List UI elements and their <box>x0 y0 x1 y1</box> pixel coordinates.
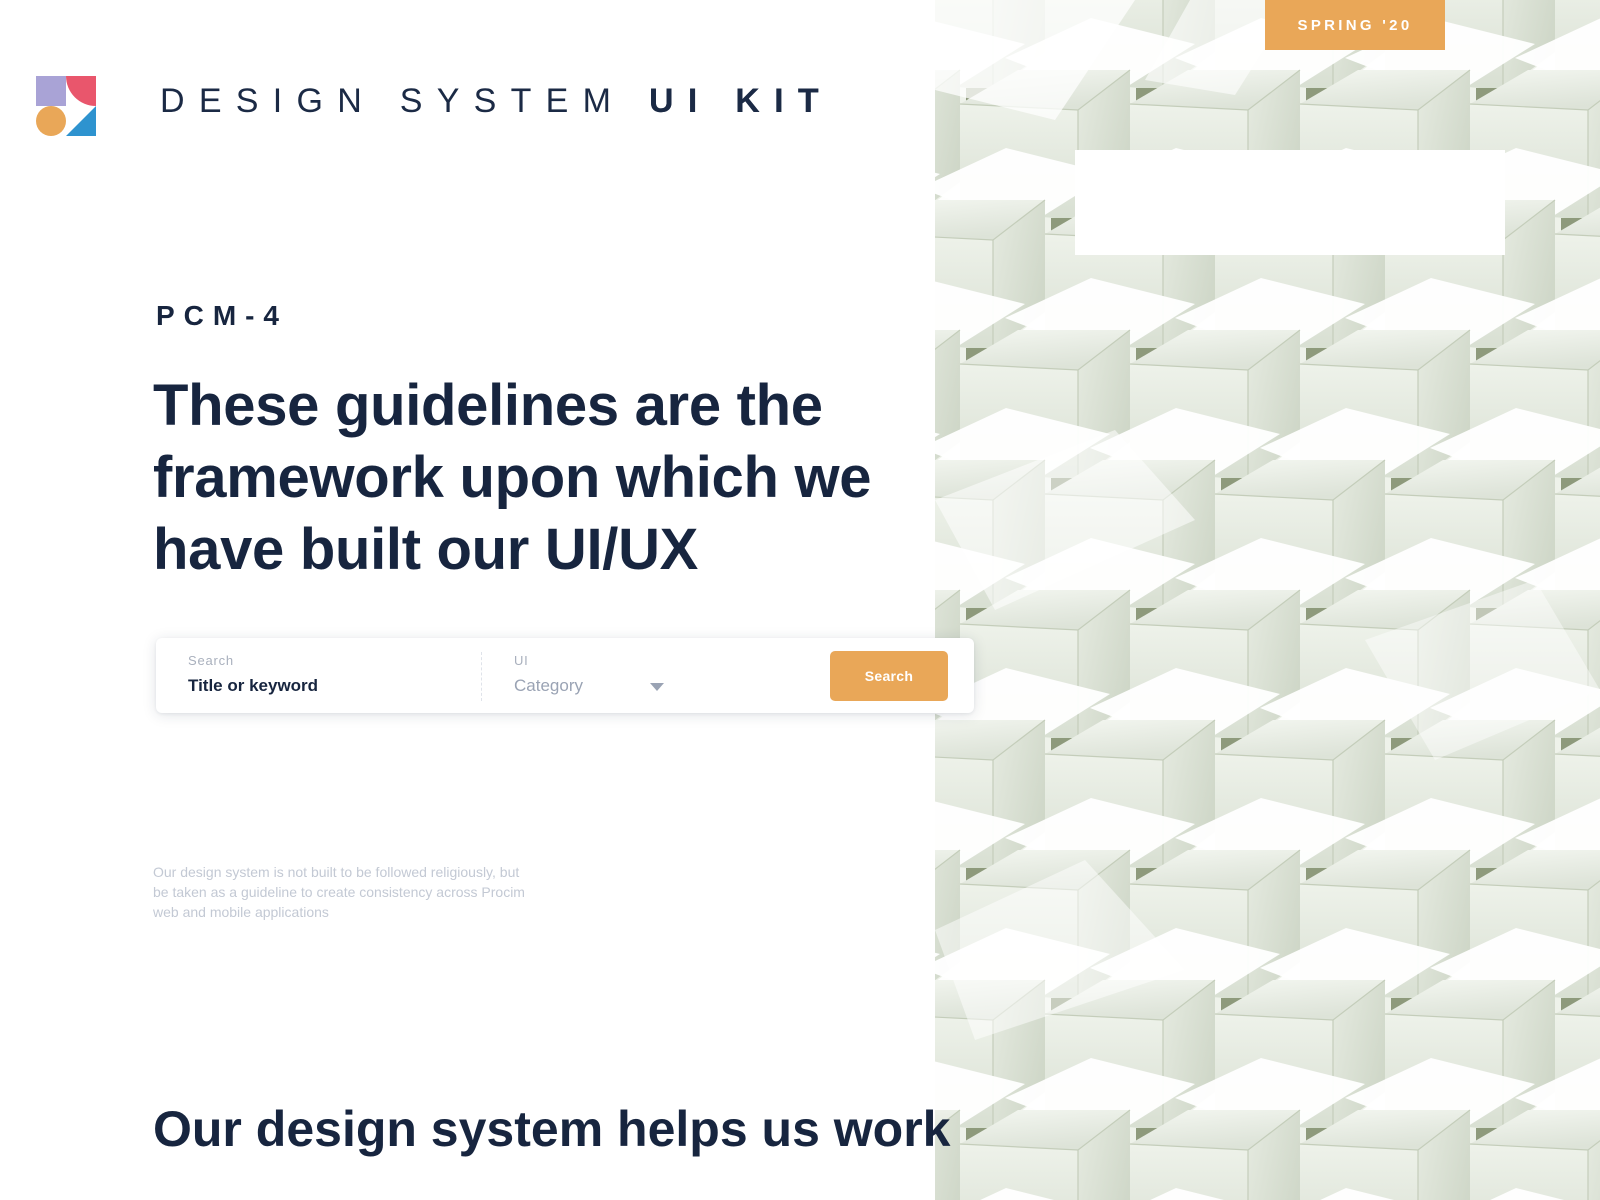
search-button[interactable]: Search <box>830 651 948 701</box>
hero-body-copy: Our design system is not built to be fol… <box>153 864 525 920</box>
search-keyword-field[interactable]: Search Title or keyword <box>156 638 481 713</box>
search-category-select[interactable]: Category <box>514 672 827 700</box>
logo-triangle-shape <box>66 106 96 136</box>
search-category-field[interactable]: UI Category <box>482 638 827 713</box>
search-keyword-input[interactable]: Title or keyword <box>188 672 481 700</box>
hero-content: PCM-4 These guidelines are the framework… <box>0 0 1000 1200</box>
hero-white-overlay-band <box>1075 150 1505 255</box>
season-badge: SPRING '20 <box>1265 0 1445 50</box>
brand-overlay-spacer: DESIGN SYSTEM <box>160 82 625 120</box>
logo-circle-shape <box>36 106 66 136</box>
hero-headline: These guidelines are the framework upon … <box>153 373 872 582</box>
search-keyword-label: Search <box>188 653 234 668</box>
section-bottom-headline: Our design system helps us work <box>153 1101 951 1157</box>
hero-eyebrow: PCM-4 <box>156 300 288 331</box>
logo-square-shape <box>36 76 66 106</box>
brand-title-overlay: DESIGN SYSTEM UI KIT <box>160 82 833 121</box>
search-bar: Search Title or keyword UI Category Sear… <box>156 638 974 713</box>
logo-quarter-circle-shape <box>66 76 96 106</box>
search-category-label: UI <box>514 653 529 668</box>
chevron-down-icon[interactable] <box>650 683 664 691</box>
brand-overlay-bold: UI KIT <box>648 82 833 120</box>
page-root: DESIGN SYSTEM UI KIT DESIGN SYSTEM UI KI… <box>0 0 1600 1200</box>
design-system-logo[interactable] <box>36 76 96 136</box>
